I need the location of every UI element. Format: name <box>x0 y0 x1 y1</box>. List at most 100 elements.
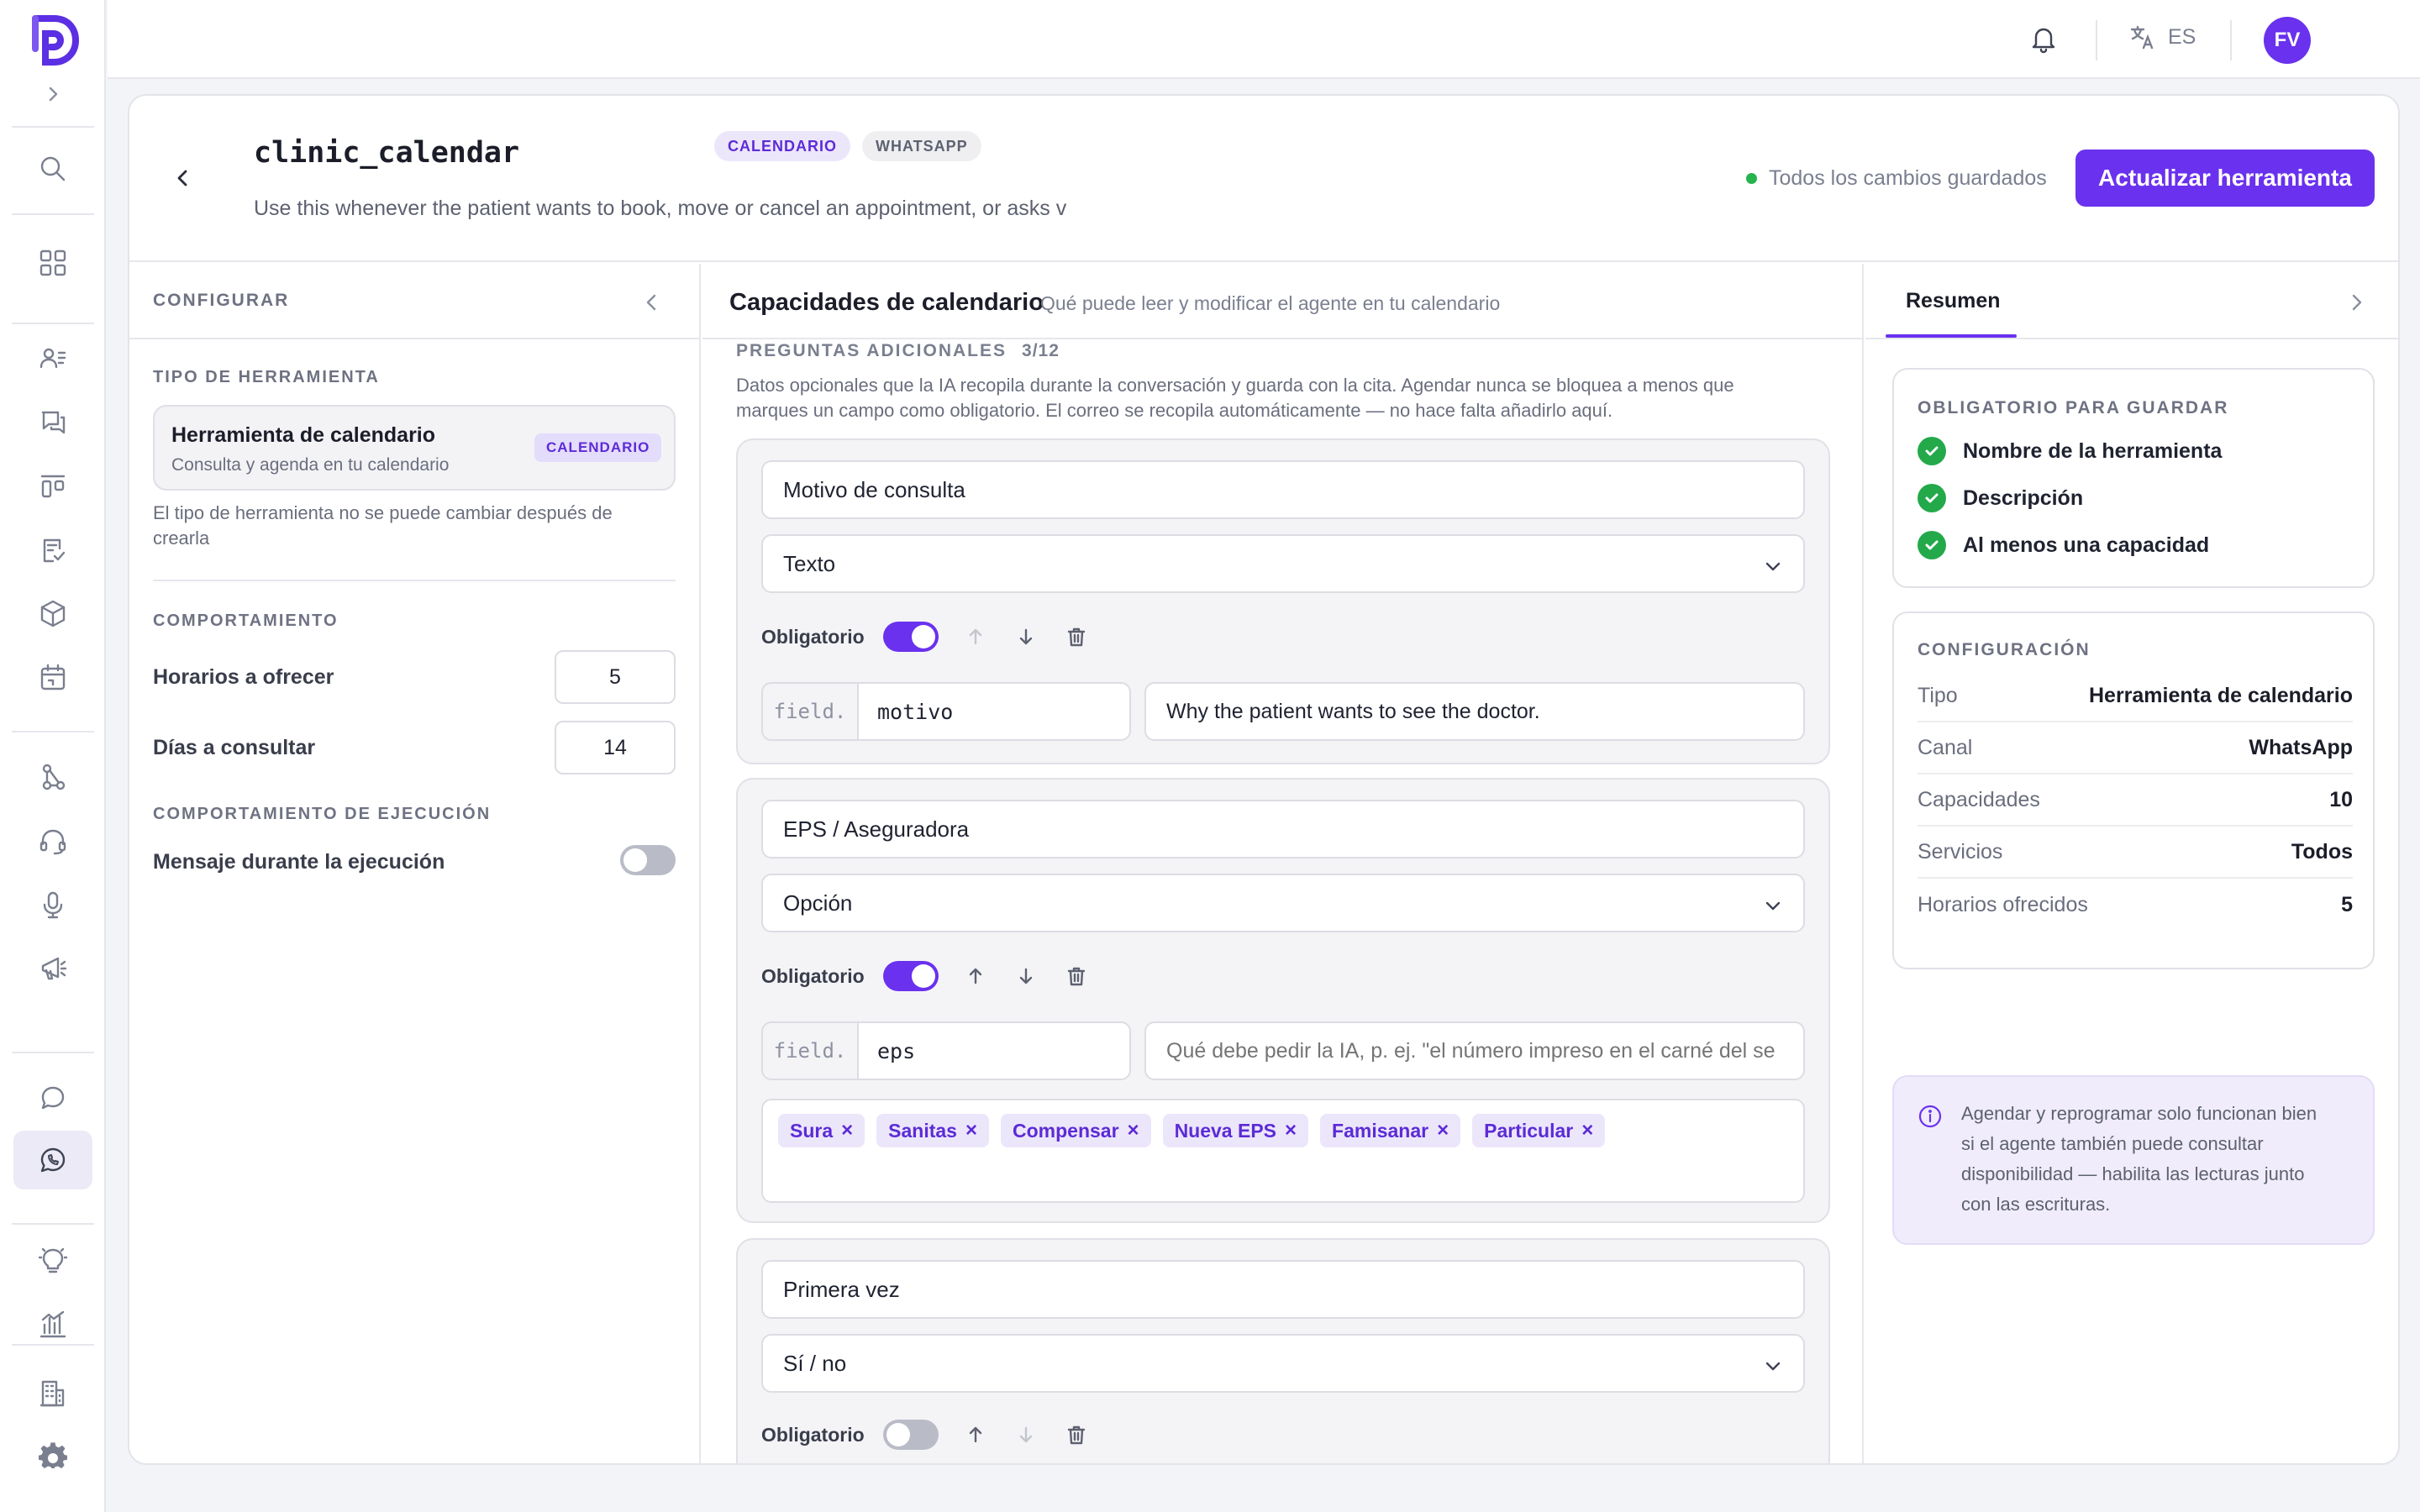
whatsapp-channel-icon[interactable] <box>13 1131 92 1189</box>
slots-label: Horarios a ofrecer <box>153 665 334 689</box>
app-logo[interactable] <box>29 15 79 66</box>
company-building-icon[interactable] <box>13 1364 92 1423</box>
configure-title: CONFIGURAR <box>153 291 290 310</box>
campaigns-icon[interactable] <box>13 939 92 998</box>
dashboard-grid-icon[interactable] <box>13 234 92 292</box>
chevron-down-icon <box>1761 894 1785 917</box>
info-note: Agendar y reprogramar solo funcionan bie… <box>1892 1075 2375 1245</box>
behavior-caption: COMPORTAMIENTO <box>153 612 339 630</box>
question-type-value: Sí / no <box>783 1350 847 1376</box>
agent-support-icon[interactable] <box>13 811 92 870</box>
move-down-arrow-icon[interactable] <box>1014 625 1038 648</box>
execution-message-label: Mensaje durante la ejecución <box>153 850 445 874</box>
move-down-arrow-icon[interactable] <box>1014 964 1038 988</box>
options-chip-input[interactable]: Sura × Sanitas × Compensar × Nueva EPS × Fam… <box>761 1099 1805 1203</box>
option-chip: Famisanar × <box>1320 1114 1461 1147</box>
remove-option-close-icon[interactable]: × <box>1285 1119 1297 1142</box>
tasks-icon[interactable] <box>13 521 92 580</box>
remove-option-close-icon[interactable]: × <box>1437 1119 1449 1142</box>
sidebar <box>0 0 106 1512</box>
question-type-select[interactable]: Opción <box>761 874 1805 932</box>
question-label-input[interactable]: EPS / Aseguradora <box>761 800 1805 858</box>
required-caption: OBLIGATORIO PARA GUARDAR <box>1918 398 2229 417</box>
execution-message-toggle[interactable] <box>620 845 676 875</box>
slots-input[interactable] <box>555 650 676 704</box>
remove-option-close-icon[interactable]: × <box>841 1119 853 1142</box>
workflows-icon[interactable] <box>13 748 92 806</box>
required-toggle[interactable] <box>882 961 939 991</box>
field-key-prefix: field. <box>761 1021 859 1080</box>
config-key: Capacidades <box>1918 787 2040 811</box>
settings-gear-icon[interactable] <box>13 1428 92 1487</box>
delete-trash-icon[interactable] <box>1065 964 1088 988</box>
language-selector[interactable]: ES <box>2129 24 2196 50</box>
days-input[interactable] <box>555 721 676 774</box>
required-label: Obligatorio <box>761 964 865 987</box>
required-item: Al menos una capacidad <box>1918 531 2209 559</box>
check-circle-icon <box>1918 437 1946 465</box>
required-label: Obligatorio <box>761 1423 865 1446</box>
delete-trash-icon[interactable] <box>1065 625 1088 648</box>
move-up-arrow-icon[interactable] <box>964 1423 987 1446</box>
config-key: Servicios <box>1918 839 2003 864</box>
question-label-input[interactable]: Primera vez <box>761 1260 1805 1319</box>
option-chip: Particular × <box>1472 1114 1606 1147</box>
required-item-label: Al menos una capacidad <box>1963 533 2210 557</box>
active-tab-indicator <box>1886 334 2017 338</box>
capabilities-subtitle: Qué puede leer y modificar el agente en … <box>1040 292 1501 314</box>
additional-questions-count: 3/12 <box>1022 341 1060 360</box>
config-row: Servicios Todos <box>1918 827 2353 879</box>
collapse-panel-chevron-icon[interactable] <box>640 291 664 314</box>
info-circle-icon <box>1918 1104 1943 1129</box>
delete-trash-icon[interactable] <box>1065 1423 1088 1446</box>
capabilities-title: Capacidades de calendario <box>729 289 1044 316</box>
field-key-input[interactable]: eps <box>857 1021 1131 1080</box>
contacts-icon[interactable] <box>13 329 92 388</box>
additional-questions-caption: PREGUNTAS ADICIONALES <box>736 341 1007 360</box>
option-chip: Compensar × <box>1001 1114 1151 1147</box>
chat-channel-icon[interactable] <box>13 1068 92 1127</box>
field-key-input[interactable]: motivo <box>857 682 1131 741</box>
back-chevron-icon[interactable] <box>171 166 195 190</box>
question-hint-input[interactable] <box>1144 1021 1805 1080</box>
remove-option-close-icon[interactable]: × <box>1581 1119 1593 1142</box>
pipeline-icon[interactable] <box>13 457 92 516</box>
microphone-icon[interactable] <box>13 875 92 934</box>
insights-lightbulb-icon[interactable] <box>13 1231 92 1290</box>
option-label: Sura <box>790 1119 834 1142</box>
question-type-value: Opción <box>783 890 853 916</box>
question-type-select[interactable]: Sí / no <box>761 1334 1805 1393</box>
update-tool-button[interactable]: Actualizar herramienta <box>2075 150 2375 207</box>
question-label-input[interactable]: Motivo de consulta <box>761 460 1805 519</box>
move-up-arrow-icon[interactable] <box>964 964 987 988</box>
question-type-select[interactable]: Texto <box>761 534 1805 593</box>
divider <box>12 323 94 324</box>
check-circle-icon <box>1918 531 1946 559</box>
required-toggle[interactable] <box>882 1420 939 1450</box>
description-line: Datos opcionales que la IA recopila dura… <box>736 375 1734 396</box>
required-toggle[interactable] <box>882 622 939 652</box>
user-avatar[interactable]: FV <box>2264 17 2311 64</box>
question-hint-input[interactable]: Why the patient wants to see the doctor. <box>1144 682 1805 741</box>
conversations-icon[interactable] <box>13 393 92 452</box>
expand-sidebar-icon[interactable] <box>41 82 65 106</box>
calendar-icon[interactable] <box>13 648 92 707</box>
collapse-summary-chevron-icon[interactable] <box>2344 291 2368 314</box>
divider <box>12 1052 94 1053</box>
save-status: Todos los cambios guardados <box>1746 166 2047 191</box>
required-row: Obligatorio <box>761 618 1088 655</box>
products-icon[interactable] <box>13 585 92 643</box>
remove-option-close-icon[interactable]: × <box>965 1119 977 1142</box>
configuration-card: CONFIGURACIÓN Tipo Herramienta de calenda… <box>1892 612 2375 969</box>
tool-name[interactable]: clinic_calendar <box>254 136 519 170</box>
option-label: Sanitas <box>888 1119 957 1142</box>
notifications-bell-icon[interactable] <box>2027 22 2060 55</box>
remove-option-close-icon[interactable]: × <box>1128 1119 1139 1142</box>
search-icon[interactable] <box>13 139 92 198</box>
option-label: Nueva EPS <box>1174 1119 1277 1142</box>
config-value: WhatsApp <box>2249 735 2353 759</box>
tool-description[interactable]: Use this whenever the patient wants to b… <box>254 197 1213 221</box>
channel-badge-whatsapp: WHATSAPP <box>862 131 981 161</box>
option-label: Compensar <box>1013 1119 1119 1142</box>
tab-summary[interactable]: Resumen <box>1906 289 2001 313</box>
